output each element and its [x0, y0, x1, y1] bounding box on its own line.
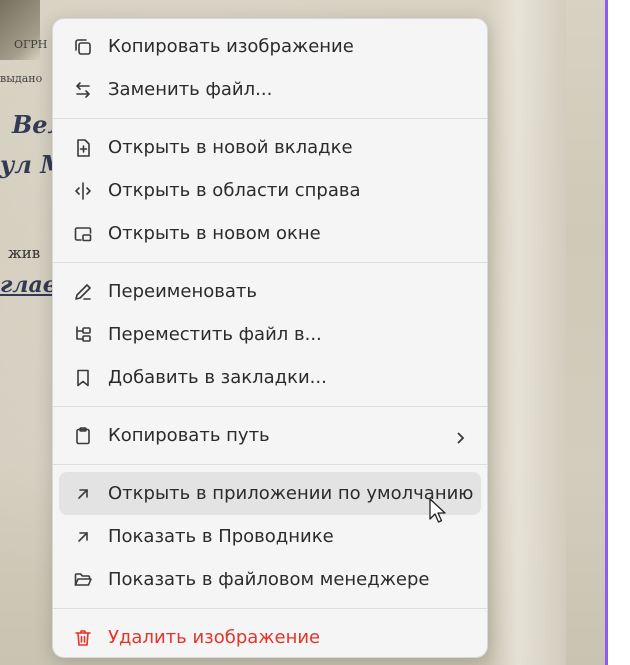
pencil-icon	[71, 280, 95, 304]
menu-item-label: Показать в Проводнике	[108, 526, 334, 547]
menu-item-label: Удалить изображение	[108, 627, 321, 648]
menu-item-label: Переименовать	[108, 281, 257, 302]
paper-edge	[486, 0, 566, 665]
photo-shadow	[0, 0, 40, 60]
copy-icon	[71, 35, 95, 59]
menu-item-label: Переместить файл в...	[108, 324, 322, 345]
arrow-up-right-icon	[71, 482, 95, 506]
menu-item-copy-image[interactable]: Копировать изображение	[59, 25, 481, 68]
doc-text-ogrn: ОГРН	[14, 38, 48, 51]
split-right-icon	[71, 179, 95, 203]
mouse-cursor-icon	[428, 497, 448, 525]
menu-item-move-file[interactable]: Переместить файл в...	[59, 313, 481, 356]
bookmark-icon	[71, 366, 95, 390]
context-menu: Копировать изображение Заменить файл... …	[52, 18, 488, 658]
doc-text-glav: глав	[0, 272, 58, 298]
new-tab-icon	[71, 136, 95, 160]
doc-text-issued: выдано	[0, 72, 43, 85]
menu-item-label: Открыть в новой вкладке	[108, 137, 353, 158]
chevron-right-icon	[453, 429, 467, 444]
swap-icon	[71, 78, 95, 102]
menu-separator	[53, 262, 487, 263]
doc-text-zhiv: жив	[8, 244, 41, 262]
menu-item-label: Добавить в закладки...	[108, 367, 327, 388]
window-margin	[608, 0, 630, 665]
menu-item-label: Открыть в новом окне	[108, 223, 321, 244]
menu-item-replace-file[interactable]: Заменить файл...	[59, 68, 481, 111]
menu-item-delete-image[interactable]: Удалить изображение	[59, 616, 481, 659]
menu-item-show-in-explorer[interactable]: Показать в Проводнике	[59, 515, 481, 558]
menu-item-label: Открыть в приложении по умолчанию	[108, 483, 474, 504]
menu-item-add-bookmark[interactable]: Добавить в закладки...	[59, 356, 481, 399]
menu-item-label: Показать в файловом менеджере	[108, 569, 430, 590]
arrow-up-right-icon	[71, 525, 95, 549]
menu-item-open-new-window[interactable]: Открыть в новом окне	[59, 212, 481, 255]
menu-item-open-default-app[interactable]: Открыть в приложении по умолчанию	[59, 472, 481, 515]
folder-tree-icon	[71, 323, 95, 347]
folder-open-icon	[71, 568, 95, 592]
menu-item-show-in-file-manager[interactable]: Показать в файловом менеджере	[59, 558, 481, 601]
menu-item-rename[interactable]: Переименовать	[59, 270, 481, 313]
menu-item-copy-path[interactable]: Копировать путь	[59, 414, 481, 457]
menu-separator	[53, 608, 487, 609]
clipboard-icon	[71, 424, 95, 448]
trash-icon	[71, 626, 95, 650]
new-window-icon	[71, 222, 95, 246]
menu-item-label: Заменить файл...	[108, 79, 273, 100]
menu-separator	[53, 406, 487, 407]
menu-item-open-new-tab[interactable]: Открыть в новой вкладке	[59, 126, 481, 169]
menu-separator	[53, 118, 487, 119]
menu-item-label: Открыть в области справа	[108, 180, 361, 201]
menu-item-label: Копировать изображение	[108, 36, 354, 57]
menu-separator	[53, 464, 487, 465]
menu-item-open-split-right[interactable]: Открыть в области справа	[59, 169, 481, 212]
menu-item-label: Копировать путь	[108, 425, 270, 446]
